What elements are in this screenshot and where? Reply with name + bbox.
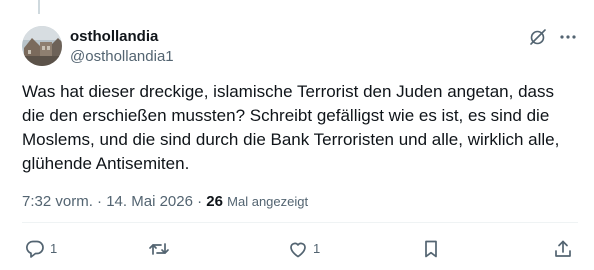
author-handle[interactable]: @osthollandia1 — [70, 48, 174, 66]
share-icon — [552, 238, 574, 260]
reply-button[interactable]: 1 — [24, 238, 57, 260]
tweet-top-actions — [528, 27, 578, 47]
tweet-time[interactable]: 7:32 vorm. — [22, 193, 93, 210]
bookmark-icon — [420, 238, 442, 260]
tweet-action-bar: 1 1 — [0, 236, 594, 262]
like-count: 1 — [313, 241, 321, 256]
heart-icon — [287, 238, 309, 260]
divider — [22, 222, 578, 223]
more-icon[interactable] — [558, 27, 578, 47]
reply-icon — [24, 238, 46, 260]
like-button[interactable]: 1 — [287, 238, 320, 260]
author-display-name[interactable]: osthollandia — [70, 28, 174, 46]
retweet-icon — [148, 238, 170, 260]
views-label: Mal angezeigt — [227, 194, 309, 209]
share-button[interactable] — [552, 238, 574, 260]
reply-count: 1 — [50, 241, 58, 256]
tweet-metadata: 7:32 vorm. · 14. Mai 2026 · 26 Mal angez… — [22, 193, 308, 211]
meta-separator: · — [197, 193, 203, 210]
retweet-button[interactable] — [148, 238, 174, 260]
tweet-text: Was hat dieser dreckige, islamische Terr… — [22, 82, 560, 173]
author-block: osthollandia @osthollandia1 — [70, 28, 174, 66]
grok-icon[interactable] — [528, 27, 548, 47]
tweet-date[interactable]: 14. Mai 2026 — [106, 193, 193, 210]
views-count: 26 — [206, 193, 223, 210]
meta-separator: · — [97, 193, 103, 210]
avatar[interactable] — [22, 26, 62, 66]
bookmark-button[interactable] — [420, 238, 442, 260]
tweet-card: osthollandia @osthollandia1 Was hat dies… — [0, 0, 594, 270]
thread-connector-line — [38, 0, 40, 14]
avatar-image — [22, 26, 62, 66]
